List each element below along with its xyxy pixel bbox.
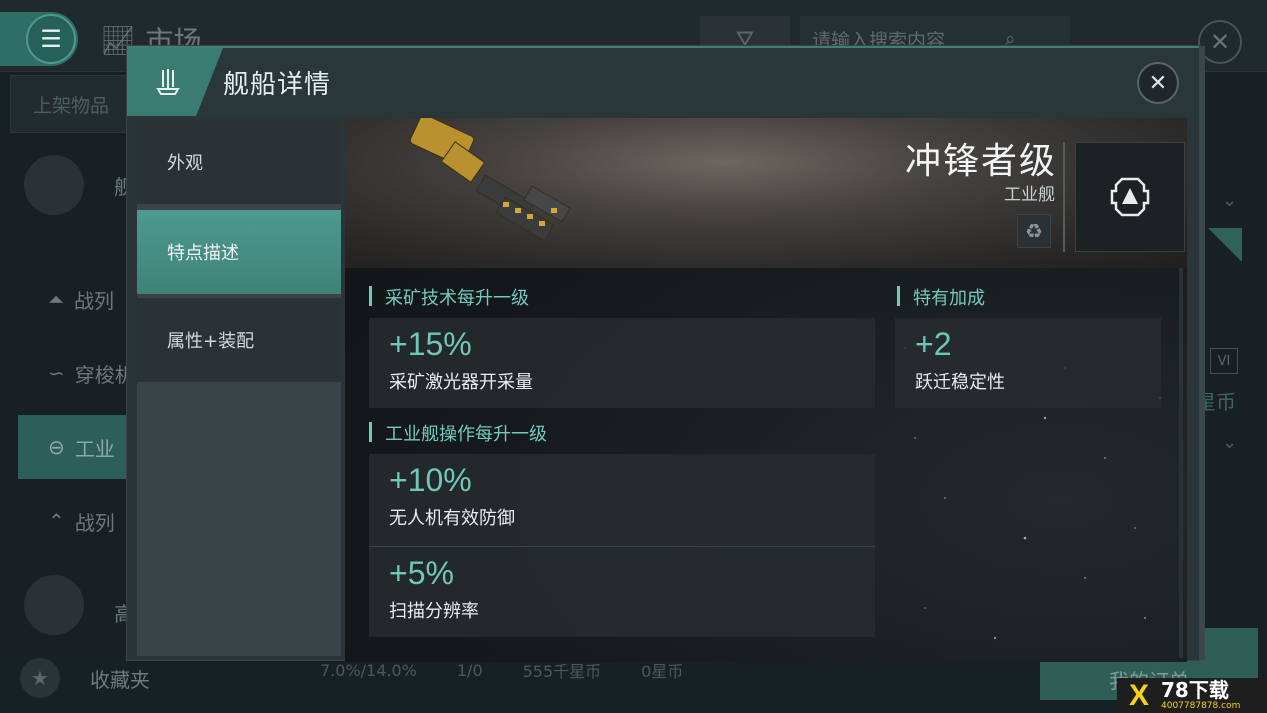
watermark-mark: X: [1128, 678, 1149, 712]
ship-hero: 冲锋者级 工业舰 ♻: [345, 118, 1187, 268]
ship-glyph: [156, 69, 180, 95]
ship-name: 冲锋者级: [904, 141, 1057, 182]
corner-tag: [1208, 228, 1242, 262]
modal-header: 舰船详情 ✕: [127, 48, 1199, 116]
section-title-mining: 采矿技术每升一级: [369, 284, 529, 310]
hero-divider: [1063, 142, 1065, 252]
favorites-button[interactable]: ★ 收藏夹: [20, 655, 250, 701]
bonus-scan-resolution: +5% 扫描分辨率: [369, 547, 875, 637]
bonus-drone-defense: +10% 无人机有效防御: [369, 454, 875, 546]
chevron-down-icon[interactable]: ⌄: [1222, 432, 1237, 453]
ship-details-modal: 舰船详情 ✕ 外观 特点描述 属性+装配 冲锋者级 工业舰 ♻ 采矿技术每升一级…: [127, 46, 1199, 662]
chevron-up-icon: ⌃: [48, 509, 65, 533]
traits-panel: 冲锋者级 工业舰 ♻ 采矿技术每升一级 +15% 采矿激光器开采量 特有加成 +…: [345, 118, 1187, 662]
scrollbar[interactable]: [1179, 268, 1183, 658]
wave-icon: ∽: [48, 361, 65, 385]
star-icon: ★: [20, 658, 60, 698]
close-icon: ✕: [1148, 70, 1168, 96]
hull-icon: ⊖: [48, 435, 65, 459]
modal-edge: [1199, 46, 1205, 660]
section-title-special: 特有加成: [897, 284, 985, 310]
menu-icon: ☰: [26, 14, 76, 64]
watermark-brand: 78下载: [1161, 678, 1229, 702]
menu-button[interactable]: ☰: [0, 12, 78, 66]
tab-attributes-fitting[interactable]: 属性+装配: [137, 298, 341, 382]
section-title-industrial: 工业舰操作每升一级: [369, 420, 547, 446]
watermark-url: 4007787878.com: [1161, 701, 1241, 711]
recycle-icon[interactable]: ♻: [1017, 214, 1051, 248]
modal-title: 舰船详情: [223, 70, 332, 100]
bonus-mining-yield: +15% 采矿激光器开采量: [369, 318, 875, 408]
triangle-icon: ⏶: [48, 287, 64, 311]
tab-appearance[interactable]: 外观: [137, 120, 341, 204]
close-button[interactable]: ✕: [1137, 62, 1179, 104]
tech-level-badge: VI: [1210, 348, 1238, 374]
watermark-logo: X 78下载 4007787878.com: [1117, 678, 1267, 713]
industrial-emblem-icon: [1075, 142, 1185, 252]
ship-icon: [127, 48, 223, 116]
detail-nav: 外观 特点描述 属性+装配: [137, 120, 341, 656]
ship-render: [409, 118, 571, 242]
tab-traits[interactable]: 特点描述: [137, 210, 341, 294]
chevron-down-icon[interactable]: ⌄: [1222, 190, 1237, 211]
ship-class: 工业舰: [1004, 185, 1055, 205]
bonus-warp-stability: +2 跃迁稳定性: [895, 318, 1161, 408]
